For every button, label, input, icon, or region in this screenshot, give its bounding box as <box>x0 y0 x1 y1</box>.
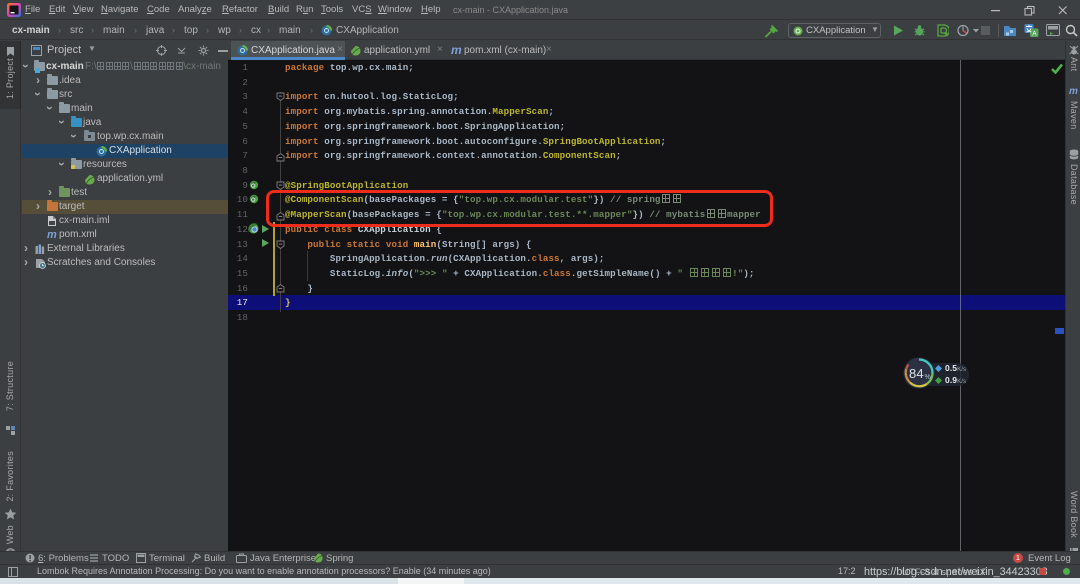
svg-text:84: 84 <box>909 366 924 381</box>
svg-text:A: A <box>1032 31 1037 38</box>
svg-text:%: % <box>925 374 931 381</box>
